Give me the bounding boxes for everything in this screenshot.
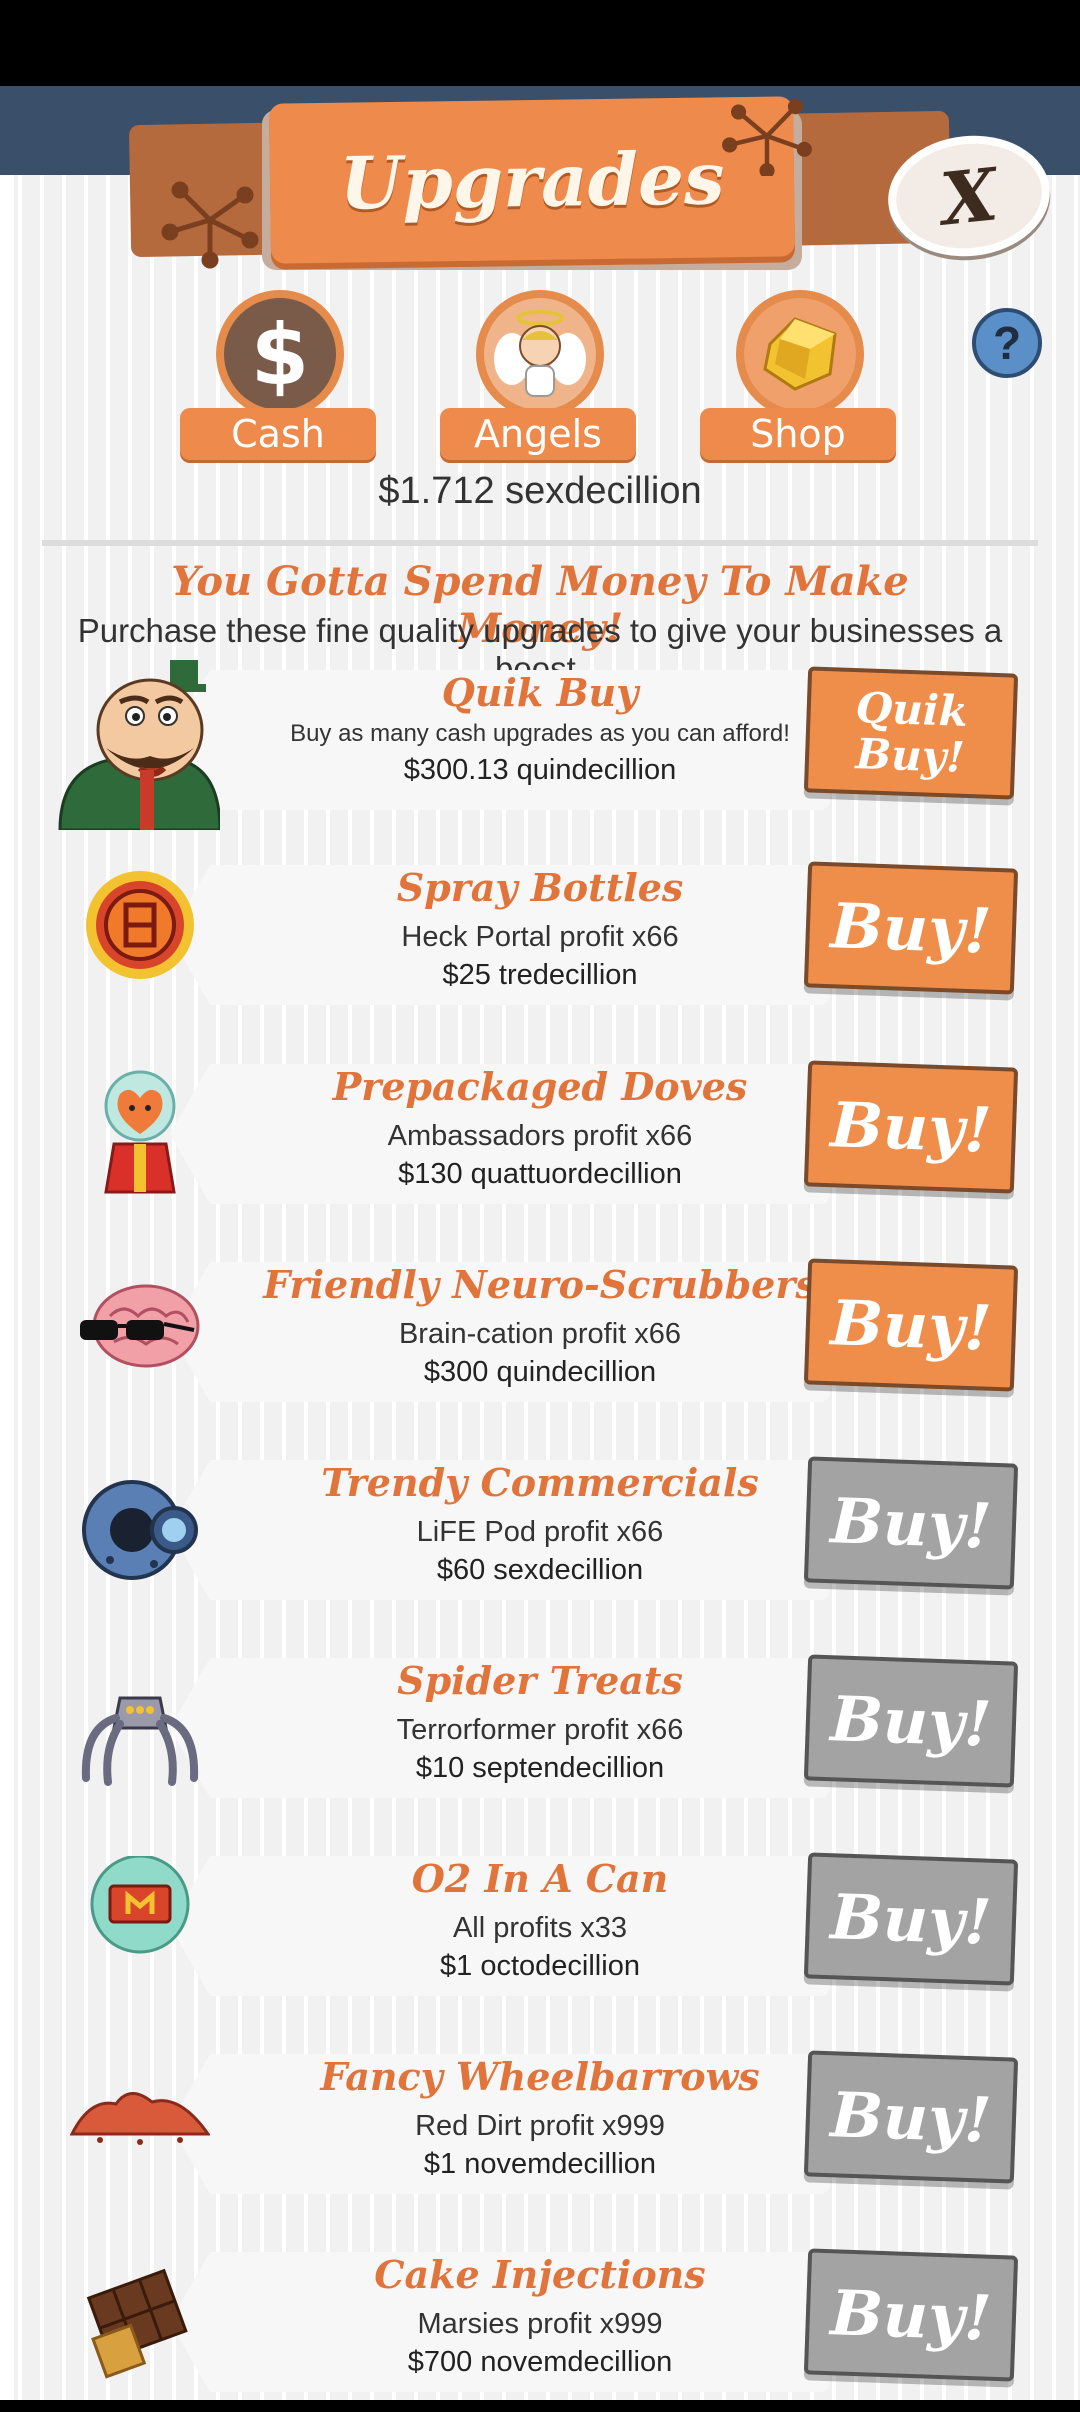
upgrade-name: Spider Treats bbox=[397, 1658, 683, 1703]
upgrade-effect: Terrorformer profit x66 bbox=[396, 1714, 684, 1746]
upgrade-row: Fancy Wheelbarrows Red Dirt profit x999 … bbox=[0, 2044, 1080, 2214]
upgrade-name: Prepackaged Doves bbox=[332, 1064, 748, 1109]
upgrade-effect: All profits x33 bbox=[452, 1912, 628, 1944]
page-title: Upgrades bbox=[339, 134, 725, 226]
upgrade-price: $1 novemdecillion bbox=[423, 2148, 657, 2180]
upgrade-effect: LiFE Pod profit x66 bbox=[416, 1516, 664, 1548]
upgrade-effect: Heck Portal profit x66 bbox=[401, 921, 679, 953]
buy-button[interactable]: Buy! bbox=[803, 2050, 1019, 2184]
starburst-icon bbox=[722, 99, 812, 176]
upgrade-row: Spray Bottles Heck Portal profit x66 $25… bbox=[0, 855, 1080, 1025]
buy-button[interactable]: Buy! bbox=[803, 1060, 1019, 1194]
tab-disc bbox=[476, 290, 604, 418]
buy-button[interactable]: Buy! bbox=[803, 2248, 1019, 2382]
oxygen-can-icon bbox=[90, 1856, 190, 1954]
upgrade-name: Cake Injections bbox=[374, 2252, 706, 2297]
upgrade-row: O2 In A Can All profits x33 $1 octodecil… bbox=[0, 1846, 1080, 2016]
tab-angels[interactable]: Angels bbox=[440, 290, 640, 460]
quik-buy-title: Quik Buy bbox=[441, 670, 639, 715]
red-dirt-icon bbox=[70, 2092, 210, 2145]
starburst-icon bbox=[161, 181, 259, 269]
help-icon: ? bbox=[992, 317, 1022, 369]
tab-shop[interactable]: Shop bbox=[700, 290, 900, 460]
svg-text:$: $ bbox=[251, 309, 309, 399]
upgrade-name: Friendly Neuro-Scrubbers bbox=[263, 1262, 817, 1307]
upgrade-row: Spider Treats Terrorformer profit x66 $1… bbox=[0, 1648, 1080, 1818]
status-bar bbox=[0, 0, 1080, 86]
buy-button[interactable]: Buy! bbox=[803, 861, 1019, 995]
close-icon: X bbox=[936, 150, 1002, 242]
upgrade-effect: Red Dirt profit x999 bbox=[415, 2110, 665, 2142]
dollar-icon: $ bbox=[224, 298, 336, 410]
upgrade-price: $10 septendecillion bbox=[415, 1752, 665, 1784]
tab-shop-label: Shop bbox=[700, 408, 896, 460]
tab-angels-label: Angels bbox=[440, 408, 636, 460]
buy-button[interactable]: Buy! bbox=[803, 1258, 1019, 1392]
upgrade-name: Spray Bottles bbox=[396, 865, 684, 910]
upgrade-price: $60 sexdecillion bbox=[436, 1554, 644, 1586]
tab-disc: $ bbox=[216, 290, 344, 418]
angel-icon bbox=[484, 298, 596, 410]
upgrade-row: Trendy Commercials LiFE Pod profit x66 $… bbox=[0, 1450, 1080, 1620]
help-button[interactable]: ? bbox=[972, 308, 1042, 378]
chocolate-bar-icon bbox=[86, 2268, 188, 2379]
divider bbox=[42, 540, 1038, 546]
tab-disc bbox=[736, 290, 864, 418]
quik-buy-button[interactable]: Quik Buy! bbox=[803, 666, 1019, 800]
moneybags-icon bbox=[58, 660, 220, 830]
upgrade-price: $700 novemdecillion bbox=[407, 2346, 673, 2378]
upgrade-row: Friendly Neuro-Scrubbers Brain-cation pr… bbox=[0, 1252, 1080, 1422]
upgrade-effect: Ambassadors profit x66 bbox=[387, 1120, 693, 1152]
ambassador-icon bbox=[104, 1070, 176, 1194]
upgrade-price: $130 quattuordecillion bbox=[398, 1158, 682, 1190]
buy-button[interactable]: Buy! bbox=[803, 1456, 1019, 1590]
spider-robot-icon bbox=[81, 1696, 199, 1786]
life-pod-icon bbox=[82, 1480, 198, 1580]
upgrade-row: Prepackaged Doves Ambassadors profit x66… bbox=[0, 1054, 1080, 1224]
upgrade-name: Fancy Wheelbarrows bbox=[320, 2054, 760, 2099]
upgrade-price: $25 tredecillion bbox=[442, 959, 638, 991]
buy-button[interactable]: Buy! bbox=[803, 1654, 1019, 1788]
upgrade-row: Cake Injections Marsies profit x999 $700… bbox=[0, 2242, 1080, 2412]
gold-gem-icon bbox=[744, 298, 856, 410]
upgrade-price: $300 quindecillion bbox=[423, 1356, 657, 1388]
brain-icon bbox=[80, 1284, 200, 1368]
upgrade-name: Trendy Commercials bbox=[321, 1460, 759, 1505]
cash-balance: $1.712 sexdecillion bbox=[378, 470, 702, 512]
header-banner: Upgrades bbox=[268, 96, 796, 264]
upgrade-effect: Marsies profit x999 bbox=[417, 2308, 663, 2340]
buy-button[interactable]: Buy! bbox=[803, 1852, 1019, 1986]
heck-portal-icon bbox=[86, 871, 194, 979]
upgrade-name: O2 In A Can bbox=[411, 1856, 669, 1901]
tab-cash[interactable]: $ Cash bbox=[180, 290, 380, 460]
quik-buy-price: $300.13 quindecillion bbox=[403, 754, 677, 786]
quik-buy-description: Buy as many cash upgrades as you can aff… bbox=[290, 720, 790, 747]
quik-buy-row: Quik Buy Buy as many cash upgrades as yo… bbox=[0, 660, 1080, 830]
upgrade-effect: Brain-cation profit x66 bbox=[398, 1318, 682, 1350]
tab-cash-label: Cash bbox=[180, 408, 376, 460]
upgrade-price: $1 octodecillion bbox=[440, 1950, 640, 1982]
